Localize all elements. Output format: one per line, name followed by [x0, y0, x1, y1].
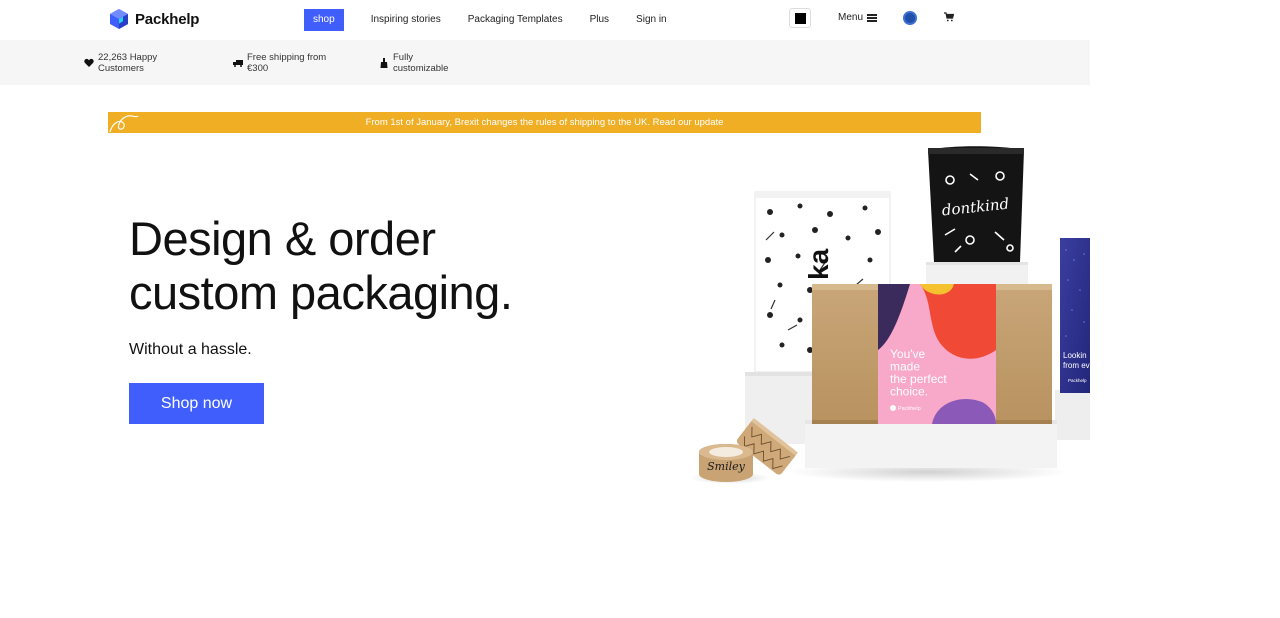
- brexit-announcement-banner[interactable]: From 1st of January, Brexit changes the …: [108, 112, 981, 133]
- box-brand-text: Packhelp: [898, 406, 921, 412]
- brand-name: Packhelp: [135, 10, 200, 28]
- globe-icon[interactable]: [903, 11, 917, 25]
- packaging-illustration: ka dontkind Lookin from ev Packhelp You'…: [690, 146, 1090, 484]
- black-square-button[interactable]: [789, 8, 811, 28]
- menu-label: Menu: [838, 12, 864, 23]
- nav-shop[interactable]: shop: [304, 9, 344, 31]
- usp-happy-customers: 22,263 Happy Customers: [84, 52, 182, 74]
- nav-sign-in[interactable]: Sign in: [636, 9, 667, 31]
- truck-icon: [233, 60, 243, 67]
- nav-plus[interactable]: Plus: [590, 9, 609, 31]
- announcement-text[interactable]: From 1st of January, Brexit changes the …: [366, 117, 724, 128]
- partial-box-text1: Lookin: [1063, 351, 1087, 360]
- tape-text: Smiley: [707, 460, 746, 473]
- black-square-icon: [794, 12, 806, 24]
- nav-packaging-templates[interactable]: Packaging Templates: [468, 9, 563, 31]
- heart-icon: [84, 58, 94, 67]
- usp-line: customizable: [393, 63, 449, 74]
- pedestal-front: [788, 420, 1068, 482]
- usp-line: Free shipping from: [247, 52, 327, 63]
- hero-subtitle: Without a hassle.: [129, 341, 252, 358]
- black-coffee-bag: dontkind: [928, 146, 1024, 262]
- partial-box-brand: Packhelp: [1068, 378, 1087, 383]
- side-box-text: ka: [803, 248, 834, 280]
- packhelp-cube-icon: [110, 9, 128, 29]
- main-nav: shop Inspiring stories Packaging Templat…: [304, 9, 694, 31]
- kraft-mailer-box: You've made the perfect choice. Packhelp: [812, 284, 1052, 424]
- packhelp-logo[interactable]: Packhelp: [109, 8, 199, 30]
- menu-button[interactable]: Menu: [838, 12, 878, 23]
- shop-now-button[interactable]: Shop now: [129, 383, 264, 424]
- top-navigation: Packhelp shop Inspiring stories Packagin…: [0, 0, 1090, 40]
- usp-free-shipping: Free shipping from €300: [233, 52, 331, 74]
- usp-line: Fully: [393, 52, 414, 63]
- swirl-decoration-icon: [109, 115, 139, 133]
- usp-line: Customers: [98, 63, 144, 74]
- usp-customizable: Fully customizable: [379, 52, 477, 74]
- navy-partial-box: Lookin from ev Packhelp: [1060, 238, 1090, 393]
- partial-box-text2: from ev: [1063, 361, 1090, 370]
- brush-icon: [380, 58, 388, 68]
- usp-bar: 22,263 Happy Customers Free shipping fro…: [0, 40, 1090, 85]
- pedestal-right: [1055, 390, 1090, 440]
- nav-inspiring-stories[interactable]: Inspiring stories: [371, 9, 441, 31]
- usp-line: €300: [247, 63, 269, 74]
- hero-title: Design & order custom packaging.: [129, 212, 609, 320]
- hero-title-line2: custom packaging.: [129, 266, 513, 319]
- usp-line: 22,263 Happy: [98, 52, 158, 63]
- hamburger-icon: [867, 13, 878, 22]
- hero-title-line1: Design & order: [129, 212, 436, 265]
- cart-icon[interactable]: [944, 12, 954, 22]
- page-margin-right: [1090, 0, 1280, 618]
